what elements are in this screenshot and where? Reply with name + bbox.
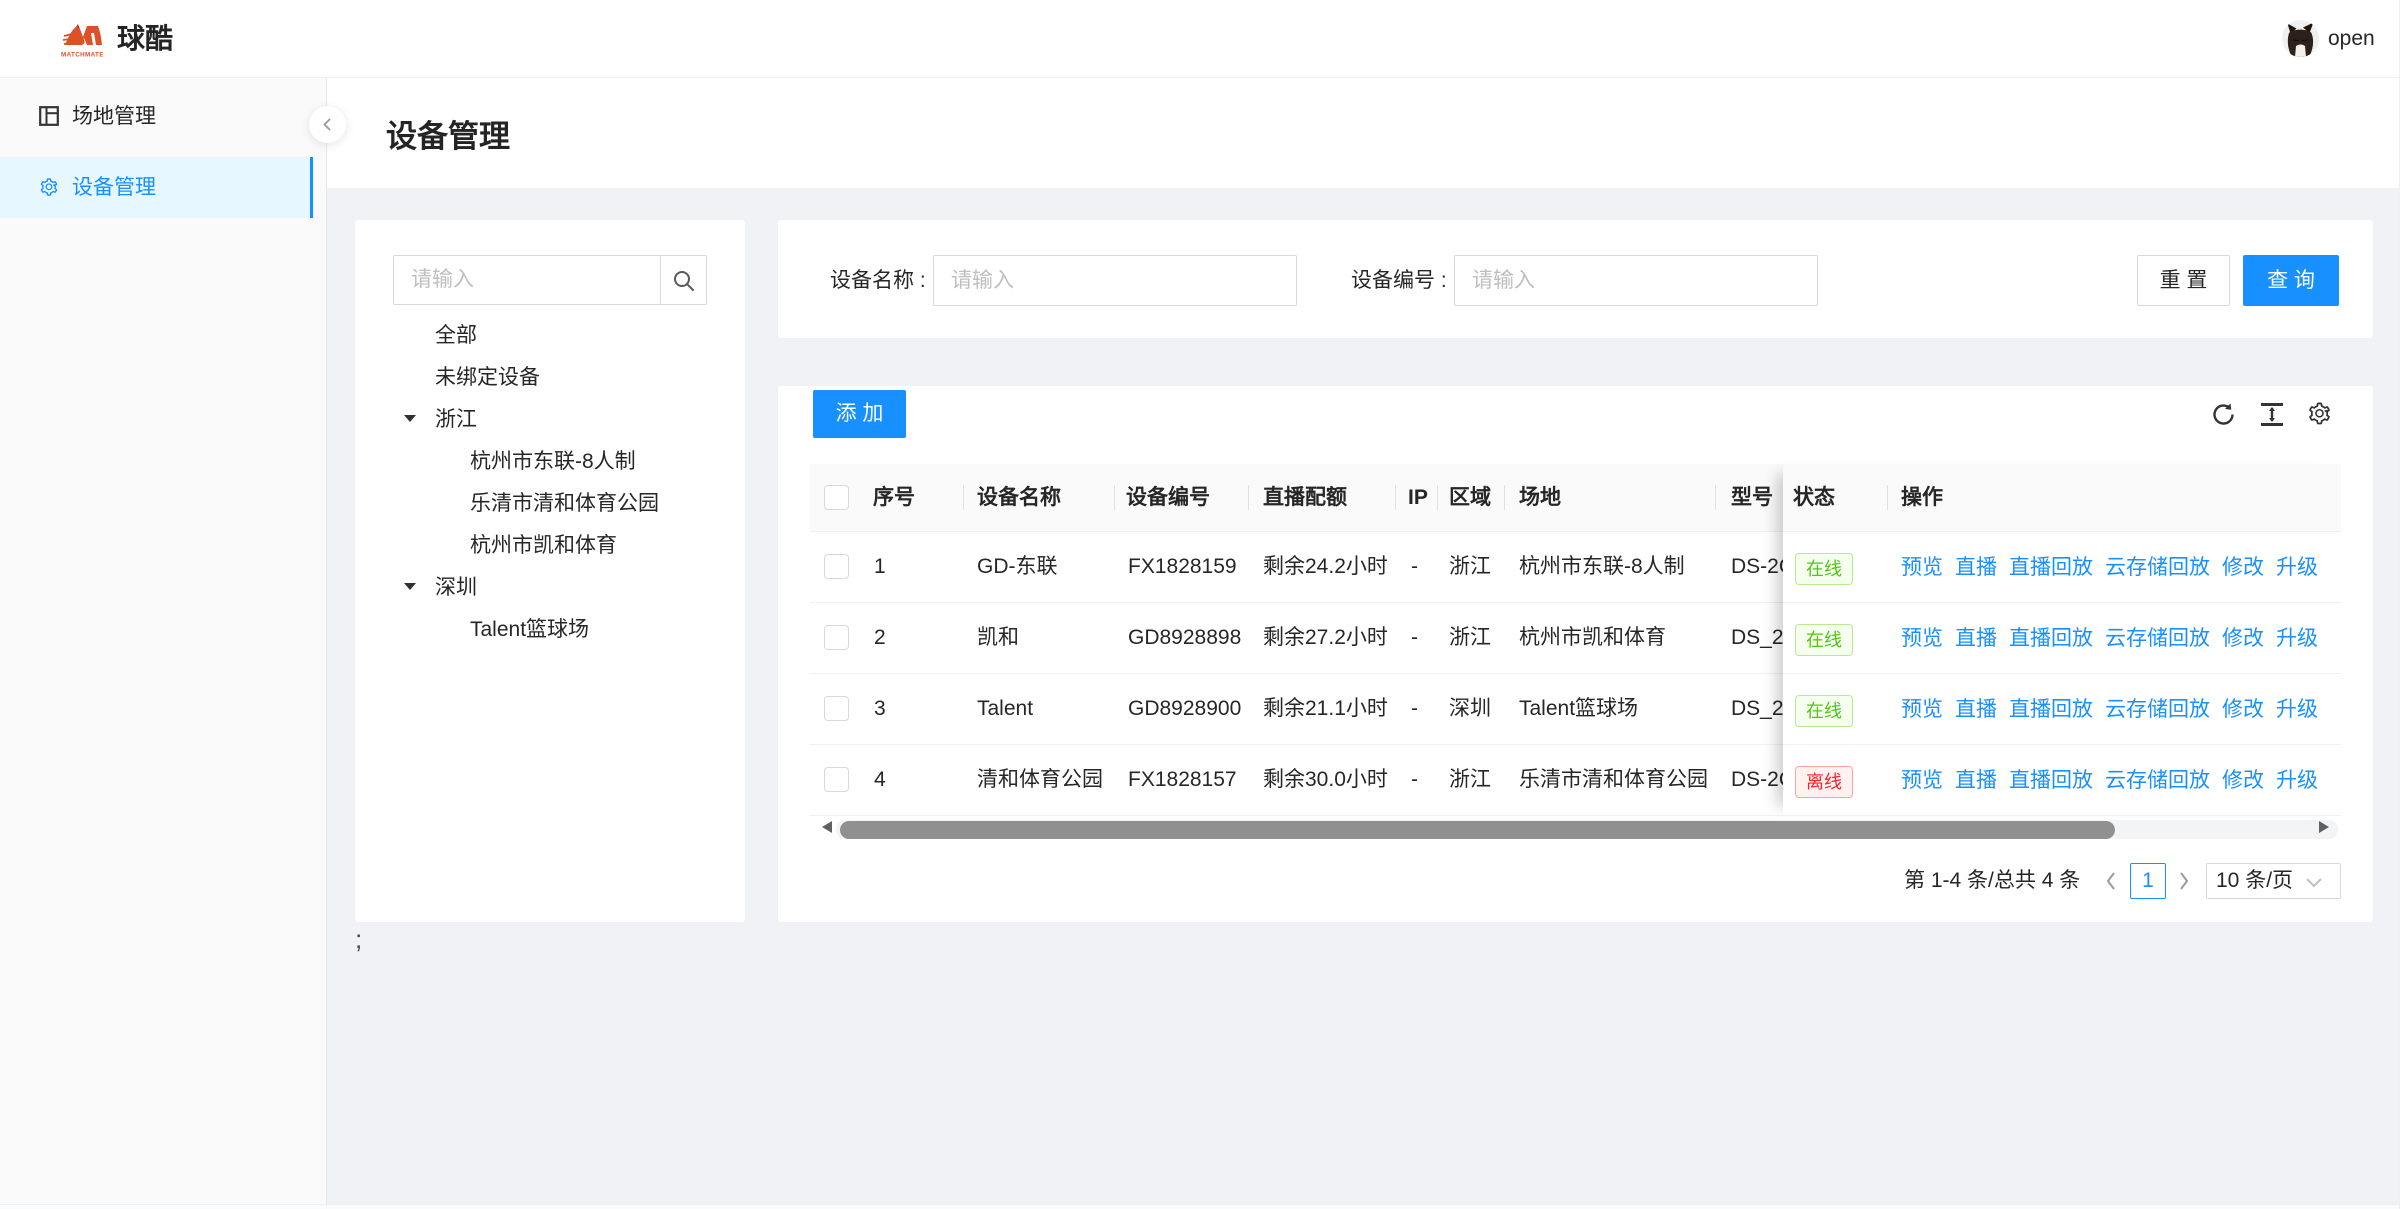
svg-text:MATCHMATE: MATCHMATE (61, 52, 104, 59)
